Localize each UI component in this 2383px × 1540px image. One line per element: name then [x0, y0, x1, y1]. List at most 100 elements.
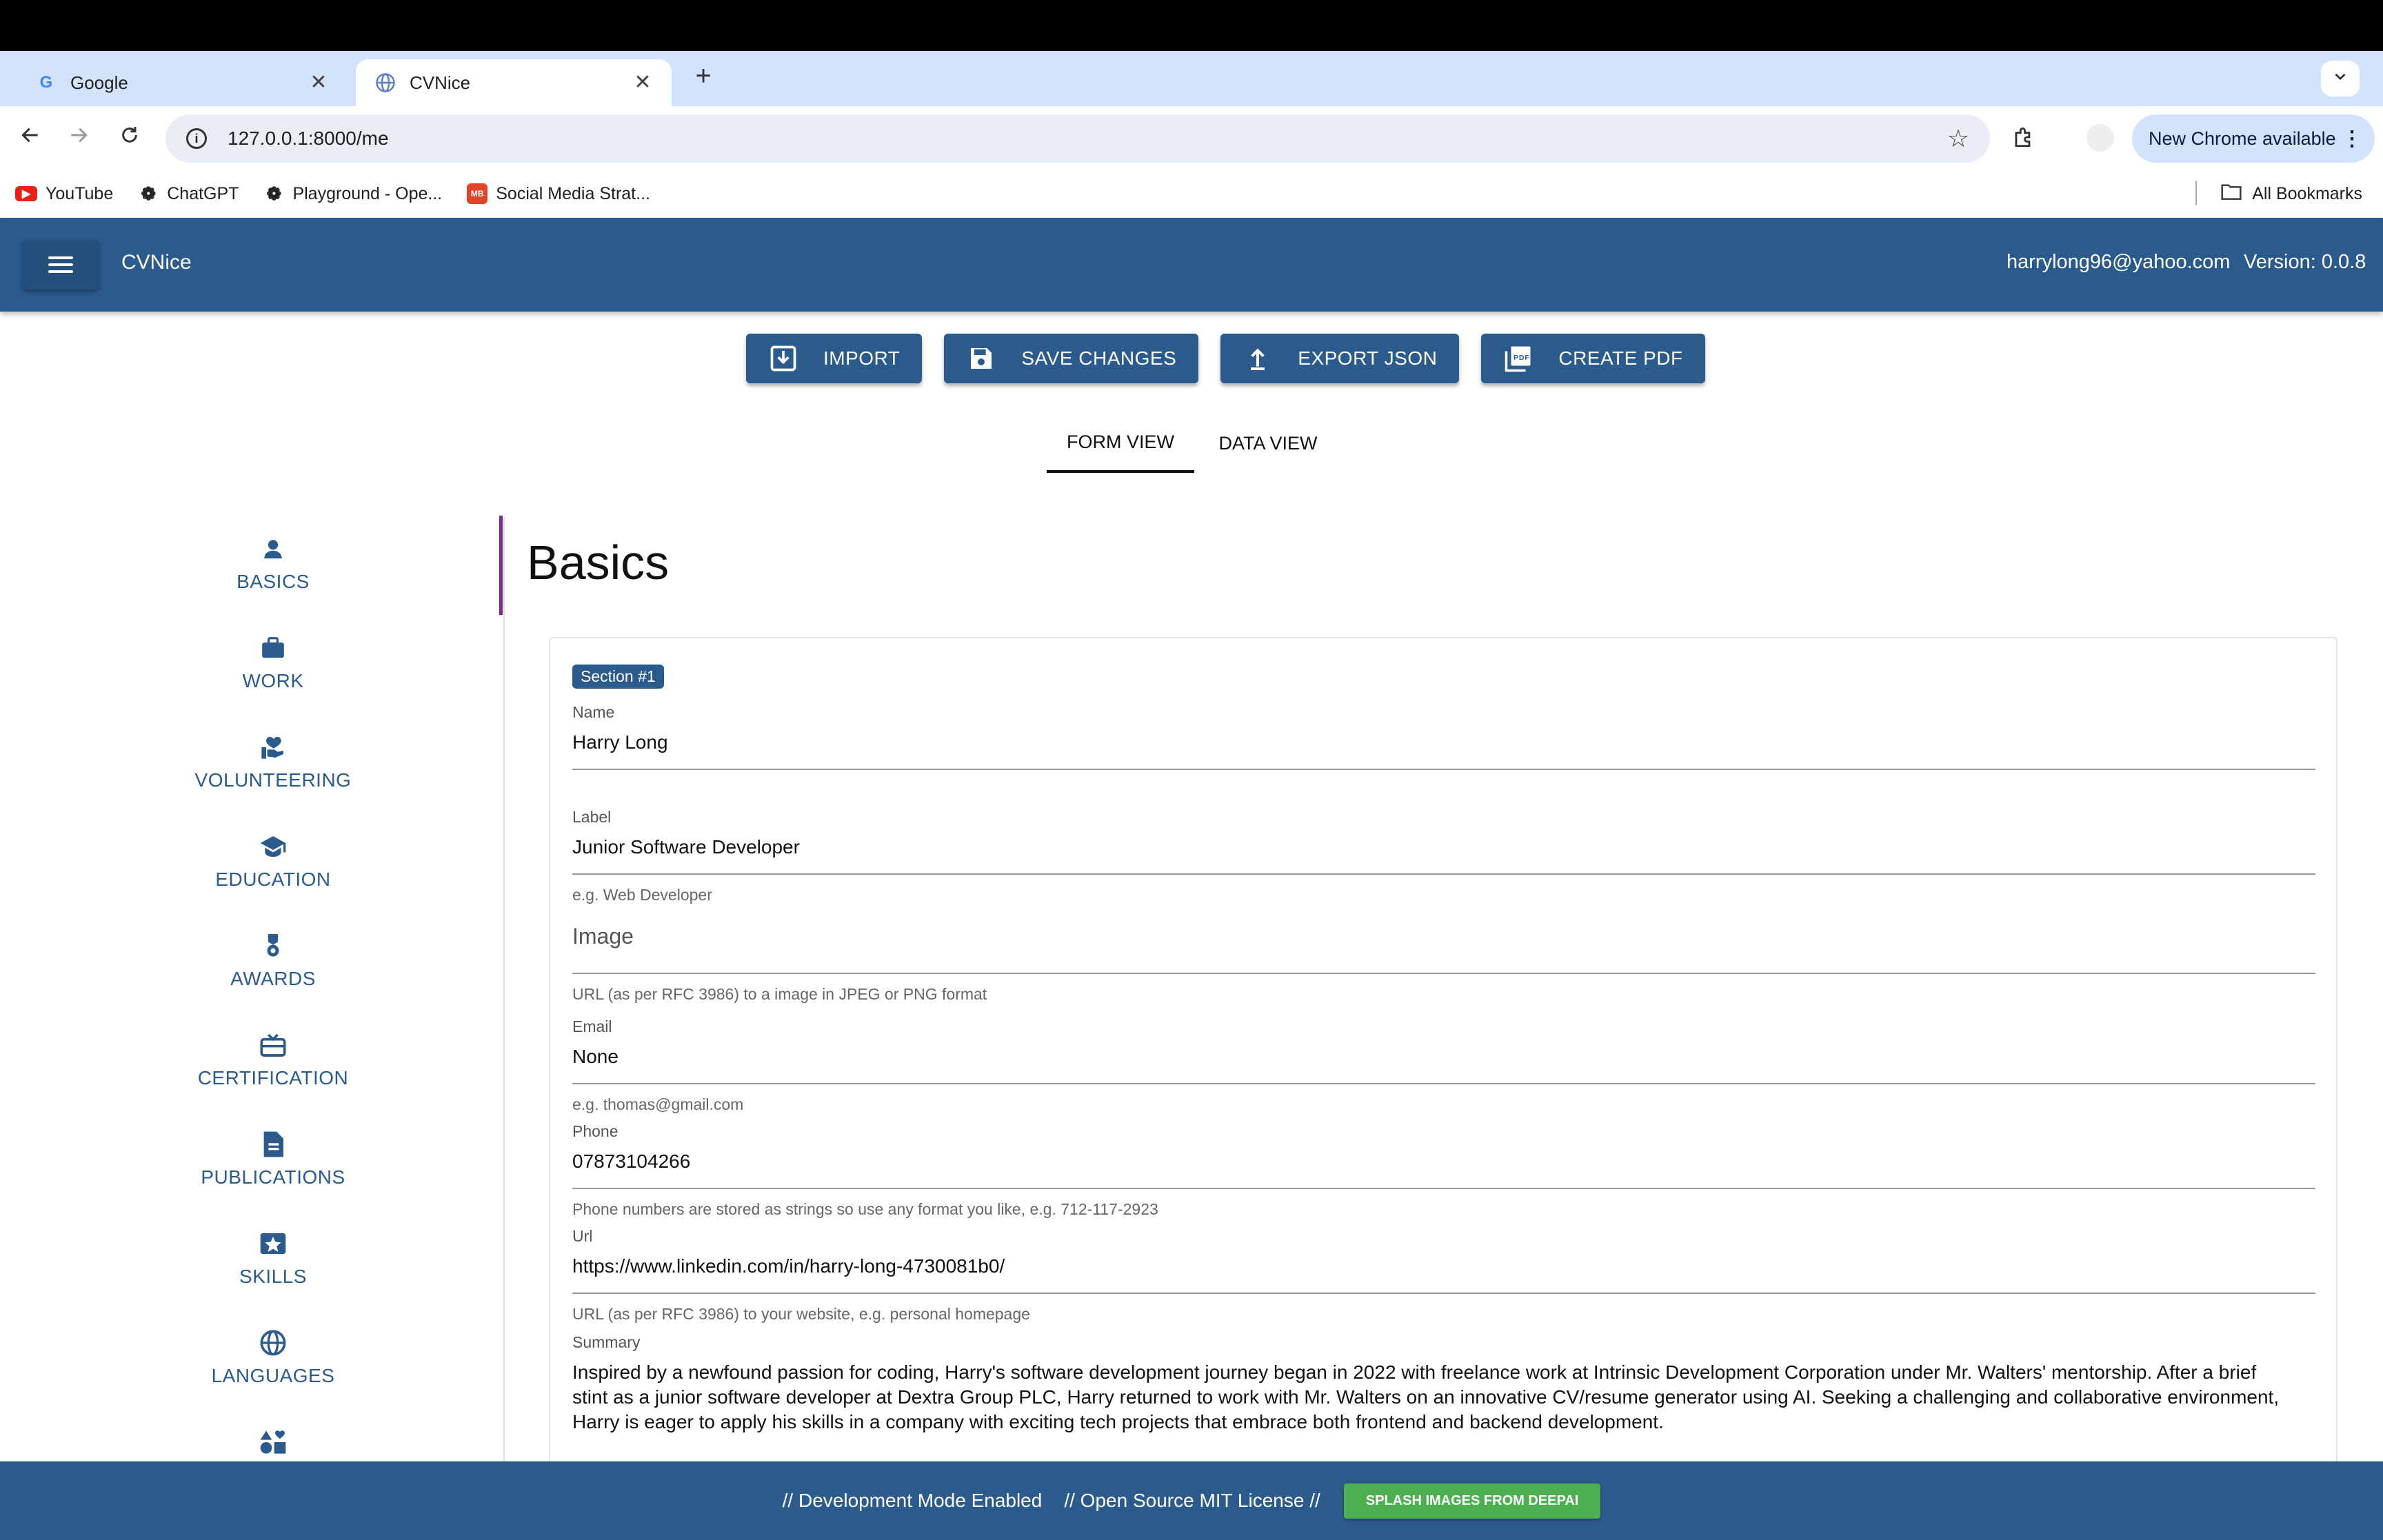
bookmark-star-icon[interactable]: ☆ [1947, 124, 1969, 153]
sidenav-item-certification[interactable]: CERTIFICATION [135, 1006, 411, 1106]
globe-icon [375, 72, 396, 93]
star-badge-icon [259, 1230, 287, 1257]
bookmark-label: Social Media Strat... [496, 183, 650, 203]
tab-data-view[interactable]: DATA VIEW [1194, 414, 1342, 473]
url-input[interactable]: https://www.linkedin.com/in/harry-long-4… [572, 1255, 2315, 1277]
openai-icon: ❁ [141, 183, 157, 204]
sidenav-item-label: EDUCATION [215, 869, 331, 890]
image-field[interactable]: Image URL (as per RFC 3986) to a image i… [572, 924, 2315, 1004]
field-label: Email [572, 1017, 612, 1035]
sidenav-item-label: VOLUNTEERING [194, 769, 352, 791]
sidenav-divider [503, 517, 505, 1461]
bookmark-label: YouTube [46, 183, 114, 203]
bookmarks-bar: ▶ YouTube ❁ ChatGPT ❁ Playground - Ope..… [0, 170, 2383, 218]
close-icon[interactable]: ✕ [308, 72, 330, 94]
phone-input[interactable]: 07873104266 [572, 1151, 2315, 1173]
splash-images-button[interactable]: SPLASH IMAGES FROM DEEPAI [1343, 1483, 1601, 1519]
chrome-update-chip[interactable]: New Chrome available ⋮ [2132, 114, 2375, 163]
arrow-right-icon [68, 124, 90, 152]
profile-avatar[interactable] [2087, 124, 2114, 152]
all-bookmarks-button[interactable]: All Bookmarks [2220, 182, 2362, 206]
update-chip-label: New Chrome available [2149, 128, 2336, 149]
tab-form-view[interactable]: FORM VIEW [1047, 414, 1194, 473]
name-field[interactable]: Name Harry Long [572, 703, 2315, 770]
close-icon[interactable]: ✕ [632, 72, 654, 94]
back-button[interactable] [14, 121, 47, 154]
sidenav-item-basics[interactable]: BASICS [135, 510, 411, 609]
section-badge: Section #1 [572, 665, 664, 689]
site-info-icon[interactable]: i [186, 128, 207, 149]
url-field[interactable]: Url https://www.linkedin.com/in/harry-lo… [572, 1227, 2315, 1324]
bookmark-playground[interactable]: ❁ Playground - Ope... [263, 183, 443, 204]
more-vert-icon[interactable]: ⋮ [2342, 127, 2362, 151]
import-button[interactable]: IMPORT [746, 334, 923, 383]
tab-title: CVNice [410, 72, 471, 93]
import-label: IMPORT [823, 347, 901, 369]
email-field[interactable]: Email None e.g. thomas@gmail.com [572, 1017, 2315, 1114]
create-pdf-label: CREATE PDF [1558, 347, 1683, 369]
new-tab-button[interactable]: + [690, 62, 717, 90]
sidenav-item-volunteering[interactable]: VOLUNTEERING [135, 709, 411, 808]
label-field[interactable]: Label Junior Software Developer e.g. Web… [572, 808, 2315, 904]
save-changes-label: SAVE CHANGES [1021, 347, 1177, 369]
app-title: CVNice [121, 251, 192, 274]
sidenav-item-languages[interactable]: LANGUAGES [135, 1304, 411, 1404]
tab-search-button[interactable] [2321, 61, 2360, 97]
reload-icon [119, 124, 141, 152]
save-icon [966, 343, 996, 374]
image-input[interactable]: Image [572, 924, 2315, 949]
name-input[interactable]: Harry Long [572, 731, 2315, 753]
sidenav-item-work[interactable]: WORK [135, 609, 411, 709]
field-hint: e.g. Web Developer [572, 886, 712, 904]
export-json-label: EXPORT JSON [1298, 347, 1438, 369]
reload-button[interactable] [113, 121, 146, 154]
menu-button[interactable] [22, 240, 99, 290]
import-icon [768, 343, 798, 374]
pdf-icon: PDF [1503, 343, 1534, 374]
person-icon [259, 535, 287, 563]
document-icon [259, 1131, 287, 1158]
bookmark-social-media[interactable]: MB Social Media Strat... [467, 183, 650, 204]
field-underline [572, 1083, 2315, 1084]
interests-shapes-icon [259, 1428, 287, 1456]
forward-button[interactable] [62, 121, 95, 154]
app-footer: // Development Mode Enabled // Open Sour… [0, 1461, 2383, 1540]
save-changes-button[interactable]: SAVE CHANGES [944, 334, 1199, 383]
export-json-button[interactable]: EXPORT JSON [1220, 334, 1460, 383]
mb-icon: MB [467, 183, 488, 204]
browser-tab-cvnice[interactable]: CVNice ✕ [356, 59, 672, 106]
graduation-cap-icon [259, 833, 287, 860]
field-hint: Phone numbers are stored as strings so u… [572, 1200, 1158, 1218]
openai-icon: ❁ [266, 183, 282, 204]
browser-tab-strip: G Google ✕ CVNice ✕ [0, 51, 2383, 106]
sidenav-item-label: LANGUAGES [211, 1365, 335, 1386]
field-hint: e.g. thomas@gmail.com [572, 1095, 744, 1113]
field-label: Summary [572, 1333, 641, 1351]
sidenav-item-label: PUBLICATIONS [201, 1166, 345, 1188]
extensions-icon[interactable] [2009, 124, 2038, 153]
bookmark-youtube[interactable]: ▶ YouTube [15, 184, 113, 204]
create-pdf-button[interactable]: PDF CREATE PDF [1481, 334, 1705, 383]
sidenav-item-awards[interactable]: AWARDS [135, 907, 411, 1006]
os-top-bar [0, 0, 2383, 51]
field-label: Name [572, 703, 615, 721]
label-input[interactable]: Junior Software Developer [572, 836, 2315, 858]
summary-textarea[interactable]: Inspired by a newfound passion for codin… [572, 1360, 2296, 1435]
section-sidenav: BASICS WORK VOLUNTEERING EDUCATION AWARD… [135, 510, 411, 1503]
sidenav-item-publications[interactable]: PUBLICATIONS [135, 1106, 411, 1205]
sidenav-item-education[interactable]: EDUCATION [135, 808, 411, 907]
field-hint: URL (as per RFC 3986) to your website, e… [572, 1305, 1030, 1323]
field-label: Url [572, 1227, 593, 1245]
address-bar[interactable]: i 127.0.0.1:8000/me ☆ [165, 114, 1990, 163]
sidenav-item-skills[interactable]: SKILLS [135, 1205, 411, 1304]
dev-mode-text: // Development Mode Enabled [782, 1490, 1043, 1511]
browser-tab-google[interactable]: G Google ✕ [17, 59, 348, 106]
youtube-icon: ▶ [15, 186, 37, 201]
phone-field[interactable]: Phone 07873104266 Phone numbers are stor… [572, 1122, 2315, 1219]
field-underline [572, 973, 2315, 974]
bookmark-chatgpt[interactable]: ❁ ChatGPT [138, 183, 239, 204]
summary-field[interactable]: Summary Inspired by a newfound passion f… [572, 1333, 2315, 1435]
all-bookmarks-label: All Bookmarks [2252, 184, 2362, 203]
email-input[interactable]: None [572, 1046, 2315, 1068]
upload-icon [1243, 343, 1273, 374]
